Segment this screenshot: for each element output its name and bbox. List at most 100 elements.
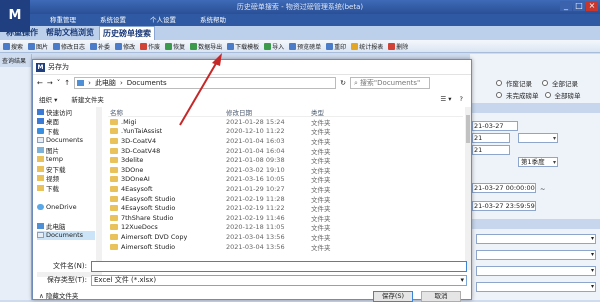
back-arrow-icon[interactable]: ←: [37, 79, 43, 87]
file-row[interactable]: 4Easysoft Studio 2021-02-19 11:28 文件夹: [108, 194, 463, 204]
datetime-end[interactable]: 21-03-27 23:59:59: [472, 201, 536, 211]
file-name-cell: 3delite: [108, 156, 226, 164]
filetype-select[interactable]: Excel 文件 (*.xlsx): [91, 274, 467, 286]
nav-item[interactable]: 桌面: [37, 117, 95, 126]
close-button[interactable]: ×: [586, 1, 598, 11]
file-row[interactable]: .Migi 2021-01-28 15:24 文件夹: [108, 117, 463, 127]
file-row[interactable]: 12XueDocs 2020-12-18 11:05 文件夹: [108, 223, 463, 232]
save-as-dialog: M 另存为 ← → ˅ ↑ › 此电脑 › Documents ↻ ⌕ 搜索"D…: [32, 59, 472, 302]
filter-combo-1[interactable]: [476, 234, 596, 244]
dialog-app-icon: M: [36, 62, 45, 72]
menu-personal-settings[interactable]: 个人设置: [150, 14, 176, 26]
menu-weighing[interactable]: 称重管理: [50, 14, 76, 26]
toolbar-button-9[interactable]: 导入: [264, 42, 284, 51]
search-box[interactable]: ⌕ 搜索"Documents": [350, 77, 430, 89]
menu-help[interactable]: 系统帮助: [200, 14, 226, 26]
new-folder-button[interactable]: 新建文件夹: [71, 94, 104, 104]
unfinished-radio[interactable]: [496, 92, 502, 98]
toolbar-button-2[interactable]: 修改日志: [53, 42, 85, 51]
tab-help-docs[interactable]: 帮助文档浏览: [43, 26, 97, 40]
nav-item[interactable]: 快速访问: [37, 107, 95, 117]
quarter-select[interactable]: 第1季度: [518, 157, 558, 167]
filter-combo-4[interactable]: [476, 282, 596, 292]
toolbar-button-12[interactable]: 统计报表: [351, 42, 383, 51]
refresh-icon[interactable]: ↻: [340, 79, 346, 87]
void-records-radio[interactable]: [496, 80, 502, 86]
address-bar[interactable]: › 此电脑 › Documents: [74, 77, 337, 89]
toolbar-button-7[interactable]: 数据导出: [190, 42, 222, 51]
toolbar-button-1[interactable]: 图片: [28, 42, 48, 51]
breadcrumb-documents[interactable]: Documents: [127, 79, 167, 87]
forward-arrow-icon[interactable]: →: [47, 79, 53, 87]
dropdown-arrow-icon[interactable]: ˅: [57, 79, 61, 87]
file-row[interactable]: 3D-CoatV4 2021-01-04 16:03 文件夹: [108, 136, 463, 146]
datetime-start[interactable]: 21-03-27 00:00:00: [472, 183, 536, 193]
file-row[interactable]: 4Esaysoft Studio 2021-02-19 11:22 文件夹: [108, 203, 463, 213]
breadcrumb-this-pc[interactable]: 此电脑: [95, 78, 116, 88]
up-arrow-icon[interactable]: ↑: [64, 79, 70, 87]
save-button[interactable]: 保存(S): [373, 291, 413, 302]
file-row[interactable]: .YunTaiAssist 2020-12-10 11:22 文件夹: [108, 127, 463, 136]
toolbar-button-10[interactable]: 预览磅单: [289, 42, 321, 51]
nav-item[interactable]: Documents: [37, 230, 95, 240]
folder-icon: [110, 195, 118, 202]
help-icon[interactable]: ?: [460, 95, 463, 103]
toolbar-button-6[interactable]: 恢复: [165, 42, 185, 51]
file-row[interactable]: Aimersoft DVD Copy 2021-03-04 13:56 文件夹: [108, 232, 463, 242]
nav-item[interactable]: Documents: [37, 136, 95, 146]
file-type: 文件夹: [311, 118, 331, 127]
toolbar-button-11[interactable]: 重印: [326, 42, 346, 51]
nav-item[interactable]: 下载: [37, 183, 95, 193]
combo-1[interactable]: [518, 133, 558, 143]
column-type[interactable]: 类型: [311, 107, 371, 116]
view-options-icon[interactable]: ☰ ▾: [440, 95, 451, 103]
nav-item[interactable]: 安下载: [37, 164, 95, 174]
toolbar-button-5[interactable]: 作废: [140, 42, 160, 51]
filename-input[interactable]: [91, 260, 467, 272]
hide-folders-toggle[interactable]: ∧ 隐藏文件夹: [39, 290, 78, 300]
toolbar-button-3[interactable]: 补委: [90, 42, 110, 51]
report-icon: [351, 42, 359, 50]
nav-item[interactable]: 图片: [37, 145, 95, 155]
cancel-button[interactable]: 取消: [421, 291, 461, 302]
file-date: 2021-02-19 11:22: [226, 204, 285, 213]
nav-item: [37, 193, 95, 203]
folder-icon: [110, 118, 118, 125]
nav-item[interactable]: OneDrive: [37, 202, 95, 212]
file-row[interactable]: 4Easysoft 2021-01-29 10:27 文件夹: [108, 184, 463, 194]
file-row[interactable]: 3D-CoatV48 2021-01-04 16:04 文件夹: [108, 146, 463, 156]
toolbar-button-4[interactable]: 修改: [115, 42, 135, 51]
nav-item[interactable]: 下载: [37, 126, 95, 136]
nav-item[interactable]: 此电脑: [37, 221, 95, 231]
file-list-scrollbar[interactable]: [465, 107, 471, 270]
file-row[interactable]: 3DOne 2021-03-02 19:10 文件夹: [108, 165, 463, 175]
organize-button[interactable]: 组织 ▾: [39, 94, 57, 104]
filter-combo-2[interactable]: [476, 250, 596, 260]
file-name-cell: 12XueDocs: [108, 223, 226, 231]
file-row[interactable]: 3delite 2021-01-08 09:38 文件夹: [108, 155, 463, 165]
toolbar-button-13[interactable]: 删除: [388, 42, 408, 51]
tab-history-search[interactable]: 历史磅单搜索: [99, 26, 155, 40]
file-row[interactable]: Aimersoft Studio 2021-03-04 13:56 文件夹: [108, 242, 463, 252]
menu-system-settings[interactable]: 系统设置: [100, 14, 126, 26]
value-field-1[interactable]: 21: [472, 133, 510, 143]
nav-item[interactable]: temp: [37, 155, 95, 165]
nav-scrollbar[interactable]: [96, 107, 102, 270]
toolbar-button-0[interactable]: 搜索: [3, 42, 23, 51]
date-field-1[interactable]: 21-03-27: [472, 121, 518, 131]
column-name[interactable]: 名称: [108, 107, 226, 116]
minimize-button[interactable]: _: [560, 1, 572, 11]
file-row[interactable]: 3DOneAI 2021-03-16 10:05 文件夹: [108, 175, 463, 184]
all-records-radio[interactable]: [542, 80, 548, 86]
file-row[interactable]: 7thShare Studio 2021-02-19 11:46 文件夹: [108, 213, 463, 223]
filter-combo-3[interactable]: [476, 266, 596, 276]
toolbar-button-8[interactable]: 下载模板: [227, 42, 259, 51]
column-date[interactable]: 修改日期: [226, 107, 311, 116]
all-tickets-radio[interactable]: [544, 92, 551, 98]
dialog-footer: ∧ 隐藏文件夹 保存(S) 取消: [33, 289, 471, 302]
app-title-bar: 历史磅单搜索 - 物资过磅管理系统(beta) _ □ ×: [0, 0, 600, 14]
nav-item[interactable]: 视频: [37, 174, 95, 183]
value-field-2[interactable]: 21: [472, 145, 510, 155]
print-icon: [326, 42, 334, 50]
maximize-button[interactable]: □: [573, 1, 585, 11]
